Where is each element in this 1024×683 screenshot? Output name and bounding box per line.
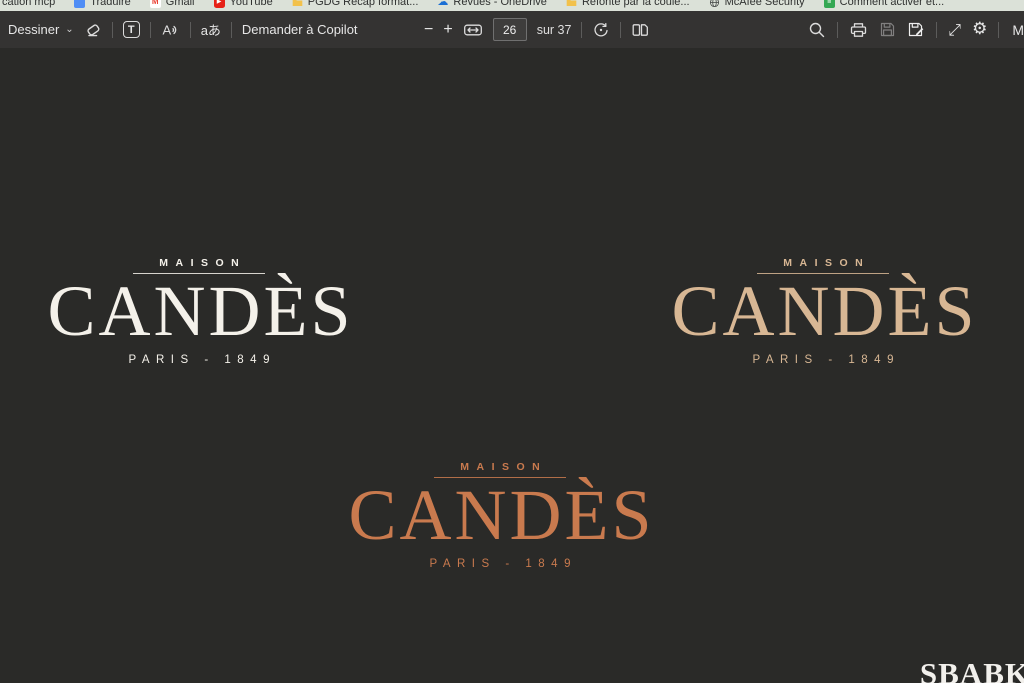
logo-top-word: MAISON — [642, 257, 1004, 269]
more-options-label: M — [1012, 22, 1024, 38]
logo-brand-name: CANDÈS — [318, 480, 682, 551]
print-button[interactable] — [849, 21, 868, 39]
bookmark-label: cation mcp — [2, 0, 55, 8]
fit-to-width-button[interactable] — [463, 21, 483, 39]
logo-rule — [434, 477, 566, 478]
watermark: SBABK — [920, 656, 1024, 683]
folder-icon — [566, 0, 577, 8]
save-as-icon — [907, 21, 925, 39]
toolbar-separator — [581, 22, 582, 38]
pdf-toolbar: Dessiner ⌄ T A — [0, 11, 1024, 48]
add-text-button[interactable]: T — [123, 21, 140, 38]
toolbar-separator — [998, 22, 999, 38]
draw-menu-label: Dessiner — [8, 22, 59, 37]
svg-text:A: A — [162, 22, 171, 37]
save-icon — [879, 21, 896, 38]
fit-to-width-icon — [463, 21, 483, 39]
rotate-button[interactable] — [592, 21, 610, 39]
eraser-button[interactable] — [84, 21, 102, 39]
logo-bottom-word: PARIS - 1849 — [318, 558, 682, 570]
bookmark-label: YouTube — [230, 0, 273, 8]
logo-variant-white: MAISON CANDÈS PARIS - 1849 — [18, 257, 380, 366]
bookmark-label: Revues - OneDrive — [453, 0, 547, 8]
read-aloud-button[interactable]: A — [161, 21, 180, 39]
bookmark-item[interactable]: McAfee Security — [709, 0, 805, 8]
globe-icon — [709, 0, 720, 8]
bookmark-label: McAfee Security — [725, 0, 805, 8]
folder-icon — [292, 0, 303, 8]
ask-copilot-button[interactable]: Demander à Copilot — [242, 22, 358, 37]
logo-brand-name: CANDÈS — [642, 276, 1004, 347]
toolbar-separator — [190, 22, 191, 38]
youtube-icon: ▶ — [214, 0, 225, 8]
logo-rule — [133, 273, 265, 274]
text-tool-icon: T — [123, 21, 140, 38]
search-button[interactable] — [808, 21, 826, 39]
ask-copilot-label: Demander à Copilot — [242, 22, 358, 37]
settings-button[interactable]: ⚙ — [972, 21, 987, 38]
translate-button[interactable]: aあ — [201, 20, 221, 39]
bookmark-item[interactable]: Refonte par la coule... — [566, 0, 690, 8]
read-aloud-icon: A — [161, 21, 180, 39]
page-view-icon — [631, 21, 650, 39]
search-icon — [808, 21, 826, 39]
bookmark-label: Traduire — [90, 0, 131, 8]
logo-rule — [757, 273, 889, 274]
bookmark-item[interactable]: M Gmail — [150, 0, 195, 8]
toolbar-separator — [231, 22, 232, 38]
rotate-icon — [592, 21, 610, 39]
bookmark-item[interactable]: ▶ YouTube — [214, 0, 273, 8]
bookmark-item[interactable]: cation mcp — [2, 0, 55, 8]
bookmark-label: Gmail — [166, 0, 195, 8]
fullscreen-button[interactable]: ⤢ — [948, 22, 961, 38]
bookmark-item[interactable]: ≡ Comment activer et... — [824, 0, 945, 8]
bookmarks-bar: cation mcp Traduire M Gmail ▶ YouTube PG… — [0, 0, 1024, 11]
more-options-button[interactable]: M — [1012, 22, 1024, 38]
save-button[interactable] — [879, 21, 896, 38]
bookmark-label: PGDG Recap format... — [308, 0, 419, 8]
save-as-button[interactable] — [907, 21, 925, 39]
bookmark-item[interactable]: ☁ Revues - OneDrive — [437, 0, 547, 8]
page-count-label: sur 37 — [537, 23, 572, 37]
translate-icon — [74, 0, 85, 8]
chevron-down-icon: ⌄ — [65, 24, 73, 35]
gear-icon: ⚙ — [972, 21, 987, 38]
logo-top-word: MAISON — [18, 257, 380, 269]
bookmark-label: Comment activer et... — [840, 0, 945, 8]
translate-icon: aあ — [201, 20, 221, 39]
bookmark-label: Refonte par la coule... — [582, 0, 690, 8]
eraser-icon — [84, 21, 102, 39]
zoom-in-button[interactable]: + — [443, 21, 452, 39]
zoom-out-button[interactable]: − — [424, 21, 433, 39]
gmail-icon: M — [150, 0, 161, 8]
toolbar-separator — [837, 22, 838, 38]
logo-brand-name: CANDÈS — [18, 276, 380, 347]
toolbar-separator — [936, 22, 937, 38]
onedrive-icon: ☁ — [437, 0, 448, 8]
page-view-button[interactable] — [631, 21, 650, 39]
green-doc-icon: ≡ — [824, 0, 835, 8]
logo-bottom-word: PARIS - 1849 — [642, 354, 1004, 366]
bookmark-item[interactable]: PGDG Recap format... — [292, 0, 419, 8]
toolbar-separator — [112, 22, 113, 38]
logo-top-word: MAISON — [318, 461, 682, 473]
logo-variant-copper: MAISON CANDÈS PARIS - 1849 — [318, 461, 682, 570]
bookmark-item[interactable]: Traduire — [74, 0, 131, 8]
pdf-page: MAISON CANDÈS PARIS - 1849 MAISON CANDÈS… — [0, 48, 1024, 683]
print-icon — [849, 21, 868, 39]
toolbar-separator — [620, 22, 621, 38]
logo-variant-tan: MAISON CANDÈS PARIS - 1849 — [642, 257, 1004, 366]
page-number-input[interactable] — [493, 18, 527, 41]
fullscreen-icon: ⤢ — [948, 22, 961, 38]
toolbar-separator — [150, 22, 151, 38]
logo-bottom-word: PARIS - 1849 — [18, 354, 380, 366]
draw-menu-button[interactable]: Dessiner ⌄ — [8, 22, 74, 37]
